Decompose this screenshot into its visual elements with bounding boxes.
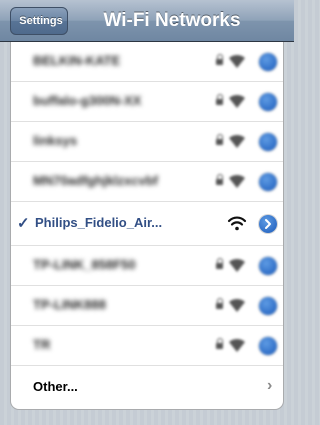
- wifi-signal-icon: [229, 298, 245, 312]
- detail-disclosure-icon[interactable]: [259, 257, 277, 275]
- network-row[interactable]: TP-LINK888: [11, 286, 283, 326]
- detail-disclosure-icon[interactable]: [259, 133, 277, 151]
- lock-icon: [216, 258, 223, 270]
- network-name: TP-LINK_858F50: [33, 257, 136, 272]
- detail-disclosure-icon[interactable]: [259, 337, 277, 355]
- network-row[interactable]: TR: [11, 326, 283, 366]
- wifi-signal-icon: [229, 134, 245, 148]
- detail-disclosure-icon[interactable]: [259, 297, 277, 315]
- network-name: Philips_Fidelio_Air...: [35, 215, 163, 230]
- other-network-label: Other...: [33, 379, 78, 394]
- checkmark-icon: ✓: [17, 215, 30, 232]
- network-name: linksys: [33, 133, 78, 148]
- network-row[interactable]: TP-LINK_858F50: [11, 246, 283, 286]
- page-title: Wi-Fi Networks: [103, 10, 241, 31]
- settings-back-button[interactable]: Settings: [10, 7, 68, 35]
- lock-icon: [216, 54, 223, 66]
- lock-icon: [216, 298, 223, 310]
- network-row[interactable]: MN70adfghjklzxcvbf: [11, 162, 283, 202]
- wifi-signal-icon: [227, 216, 247, 231]
- detail-disclosure-icon[interactable]: [259, 173, 277, 191]
- detail-disclosure-icon[interactable]: [259, 215, 277, 233]
- networks-list: BELKIN-KATE buffalo-g300N-XX linksys MN7…: [10, 42, 284, 410]
- wifi-signal-icon: [229, 338, 245, 352]
- network-name: BELKIN-KATE: [33, 53, 121, 68]
- wifi-signal-icon: [229, 94, 245, 108]
- chevron-right-icon: ›: [267, 377, 273, 394]
- back-button-label: Settings: [19, 15, 63, 27]
- network-name: TR: [33, 337, 51, 352]
- detail-disclosure-icon[interactable]: [259, 93, 277, 111]
- network-row[interactable]: BELKIN-KATE: [11, 42, 283, 82]
- lock-icon: [216, 134, 223, 146]
- lock-icon: [216, 338, 223, 350]
- network-row-selected[interactable]: ✓ Philips_Fidelio_Air...: [11, 202, 283, 246]
- wifi-signal-icon: [229, 54, 245, 68]
- network-name: MN70adfghjklzxcvbf: [33, 173, 158, 188]
- network-name: TP-LINK888: [33, 297, 106, 312]
- network-row[interactable]: linksys: [11, 122, 283, 162]
- other-network-row[interactable]: Other... ›: [11, 366, 283, 409]
- lock-icon: [216, 94, 223, 106]
- detail-disclosure-icon[interactable]: [259, 53, 277, 71]
- wifi-signal-icon: [229, 174, 245, 188]
- lock-icon: [216, 174, 223, 186]
- network-row[interactable]: buffalo-g300N-XX: [11, 82, 283, 122]
- network-name: buffalo-g300N-XX: [33, 93, 142, 108]
- wifi-signal-icon: [229, 258, 245, 272]
- navigation-bar: Settings Wi-Fi Networks: [0, 0, 294, 42]
